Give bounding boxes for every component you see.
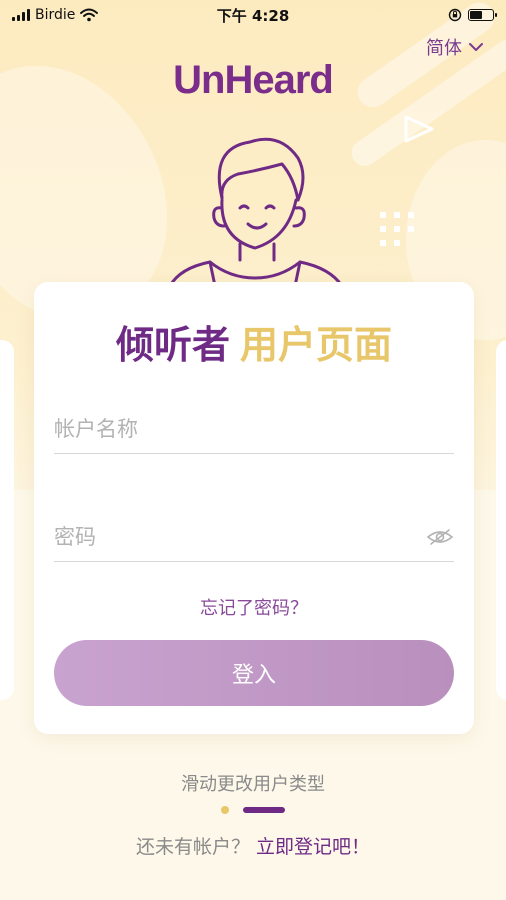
password-input[interactable] — [54, 524, 426, 549]
language-label: 简体 — [426, 38, 462, 59]
login-card: 倾听者用户页面 忘记了密码？ 登入 — [34, 282, 474, 734]
username-field — [54, 404, 454, 454]
login-button[interactable]: 登入 — [54, 640, 454, 706]
page-indicator[interactable] — [0, 806, 506, 814]
listener-avatar-illustration — [168, 137, 344, 288]
app-logo: UnHeard — [173, 58, 334, 102]
next-user-type-card[interactable] — [496, 340, 506, 700]
language-selector[interactable]: 简体 — [426, 34, 484, 60]
swipe-hint: 滑动更改用户类型 — [181, 774, 325, 795]
register-link[interactable]: 立即登记吧！ — [256, 836, 370, 858]
prev-user-type-card[interactable] — [0, 340, 14, 700]
dot-grid-decoration-icon — [380, 212, 414, 246]
forgot-password-link[interactable]: 忘记了密码？ — [34, 594, 474, 620]
username-input[interactable] — [54, 416, 454, 441]
triangle-decoration-icon — [404, 115, 434, 143]
carrier-name: Birdie — [35, 7, 76, 23]
page-dot[interactable] — [221, 806, 229, 814]
no-account-text: 还未有帐户？ — [135, 836, 250, 858]
password-field — [54, 512, 454, 562]
eye-icon[interactable] — [426, 527, 454, 547]
chevron-down-icon — [469, 43, 483, 51]
status-bar: Birdie 下午 4:28 — [0, 0, 506, 30]
orientation-lock-icon — [448, 8, 462, 22]
wifi-icon — [80, 8, 99, 22]
signal-icon — [12, 9, 30, 21]
status-left: Birdie — [12, 7, 99, 23]
status-right — [448, 8, 497, 22]
page-title: 倾听者 用户页面 — [34, 314, 474, 369]
title-page: 用户页面 — [240, 323, 393, 367]
signup-row: 还未有帐户？ 立即登记吧！ — [0, 832, 506, 859]
page-dot-active[interactable] — [243, 807, 285, 813]
title-role: 倾听者 — [115, 323, 230, 367]
battery-icon — [468, 9, 497, 21]
